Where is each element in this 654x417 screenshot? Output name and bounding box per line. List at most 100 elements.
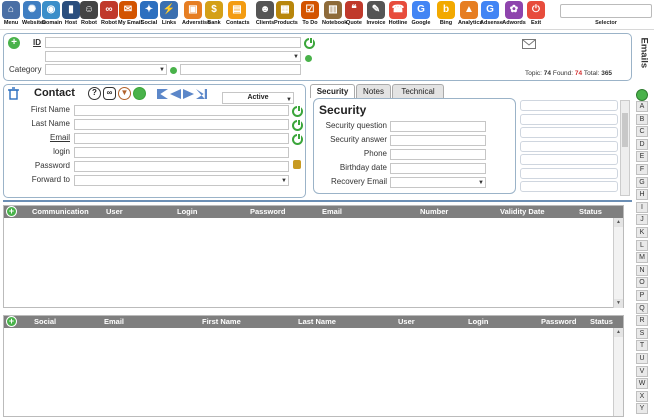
alphabet-letter-c[interactable]: C: [636, 126, 648, 138]
alphabet-letter-b[interactable]: B: [636, 113, 648, 125]
firstname-power-icon[interactable]: [292, 105, 303, 117]
contact-field-input-3[interactable]: [74, 147, 289, 158]
alphabet-letter-t[interactable]: T: [636, 340, 648, 352]
toolbar-websites-button[interactable]: ✺ Websites: [22, 0, 46, 30]
toolbar-hotline-button[interactable]: ☎ Hotline: [388, 0, 408, 30]
alphabet-power-icon[interactable]: [636, 89, 648, 101]
category-secondary-input[interactable]: [180, 64, 301, 75]
security-field-input-3[interactable]: [390, 163, 486, 174]
column-header-communication[interactable]: Communication: [32, 207, 89, 216]
toolbar-social-button[interactable]: ✦ Social: [140, 0, 158, 30]
column-header-password[interactable]: Password: [541, 317, 576, 326]
alphabet-letter-w[interactable]: W: [636, 378, 648, 390]
alphabet-letter-h[interactable]: H: [636, 189, 648, 201]
side-list-row[interactable]: [520, 181, 618, 192]
alphabet-letter-l[interactable]: L: [636, 239, 648, 251]
side-list-row[interactable]: [520, 167, 618, 179]
alphabet-letter-f[interactable]: F: [636, 164, 648, 175]
envelope-icon[interactable]: [522, 39, 536, 49]
column-header-password[interactable]: Password: [250, 207, 285, 216]
alphabet-letter-n[interactable]: N: [636, 264, 648, 276]
toolbar-bank-button[interactable]: $ Bank: [204, 0, 224, 30]
help-icon[interactable]: ?: [88, 87, 101, 100]
alphabet-letter-k[interactable]: K: [636, 227, 648, 238]
alphabet-letter-q[interactable]: Q: [636, 302, 648, 314]
alphabet-letter-a[interactable]: A: [636, 101, 648, 112]
alphabet-letter-j[interactable]: J: [636, 214, 648, 226]
side-list-row[interactable]: [520, 154, 618, 165]
title-add-icon[interactable]: [305, 55, 312, 62]
side-list-row[interactable]: [520, 140, 618, 152]
alphabet-letter-d[interactable]: D: [636, 138, 648, 150]
column-header-email[interactable]: Email: [322, 207, 342, 216]
add-record-icon[interactable]: +: [8, 37, 20, 49]
thumbs-down-icon[interactable]: ▼: [118, 87, 131, 100]
toolbar-advertise-button[interactable]: ▣ Adverstise: [182, 0, 210, 30]
toolbar-products-button[interactable]: ▦ Products: [274, 0, 298, 30]
id-input[interactable]: [45, 37, 301, 48]
alphabet-letter-s[interactable]: S: [636, 327, 648, 339]
security-field-input-1[interactable]: [390, 135, 486, 146]
title-select[interactable]: ▼: [45, 51, 301, 62]
refresh-icon[interactable]: [133, 87, 146, 100]
contact-field-input-5[interactable]: ▼: [74, 175, 289, 186]
column-header-login[interactable]: Login: [468, 317, 488, 326]
toolbar-adsense-button[interactable]: G Adsense: [480, 0, 503, 30]
toolbar-robot-button[interactable]: ☺ Robot: [80, 0, 98, 30]
alphabet-letter-v[interactable]: V: [636, 365, 648, 377]
first-record-icon[interactable]: [157, 89, 168, 99]
toolbar-glasses-button[interactable]: ∞ Robot: [100, 0, 118, 30]
side-list[interactable]: [520, 100, 632, 196]
toolbar-contacts-button[interactable]: ▤ Contacts: [226, 0, 250, 30]
alphabet-letter-e[interactable]: E: [636, 151, 648, 163]
column-header-number[interactable]: Number: [420, 207, 448, 216]
alphabet-letter-u[interactable]: U: [636, 353, 648, 364]
lock-icon[interactable]: [293, 160, 301, 169]
toolbar-email-button[interactable]: ✉ My Email: [118, 0, 142, 30]
email-power-icon[interactable]: [292, 133, 303, 145]
tab-security[interactable]: Security: [310, 84, 355, 98]
scroll-up-icon[interactable]: ▲: [614, 218, 623, 227]
contact-field-input-4[interactable]: [74, 161, 289, 172]
tab-technical[interactable]: Technical: [392, 84, 444, 98]
next-record-icon[interactable]: [183, 89, 194, 99]
security-field-input-2[interactable]: [390, 149, 486, 160]
toolbar-notebook-button[interactable]: ▥ Notebook: [322, 0, 347, 30]
toolbar-domain-button[interactable]: ◉ Domain: [42, 0, 62, 30]
binoculars-icon[interactable]: ∞: [103, 87, 116, 100]
alphabet-letter-i[interactable]: I: [636, 201, 648, 213]
column-header-user[interactable]: User: [106, 207, 123, 216]
toolbar-todo-button[interactable]: ☑ To Do: [300, 0, 320, 30]
security-field-input-4[interactable]: ▼: [390, 177, 486, 188]
scroll-down-icon[interactable]: ▼: [614, 299, 623, 308]
side-list-row[interactable]: [520, 100, 618, 111]
security-field-input-0[interactable]: [390, 121, 486, 132]
column-header-last-name[interactable]: Last Name: [298, 317, 336, 326]
alphabet-letter-y[interactable]: Y: [636, 403, 648, 415]
column-header-email[interactable]: Email: [104, 317, 124, 326]
column-header-login[interactable]: Login: [177, 207, 197, 216]
status-select[interactable]: Active ▼: [222, 92, 294, 104]
toolbar-adwords-button[interactable]: ✿ Adwords: [502, 0, 526, 30]
toolbar-analytics-button[interactable]: ▲ Analytics: [458, 0, 482, 30]
column-header-user[interactable]: User: [398, 317, 415, 326]
alphabet-letter-m[interactable]: M: [636, 252, 648, 264]
side-list-row[interactable]: [520, 127, 618, 138]
toolbar-links-button[interactable]: ⚡ Links: [160, 0, 178, 30]
communication-add-icon[interactable]: +: [6, 206, 17, 217]
prev-record-icon[interactable]: [170, 89, 181, 99]
toolbar-exit-button[interactable]: ⏻ Exit: [526, 0, 546, 30]
tab-notes[interactable]: Notes: [356, 84, 391, 98]
social-scrollbar[interactable]: ▲: [613, 328, 623, 416]
toolbar-google-button[interactable]: G Google: [410, 0, 432, 30]
toolbar-clients-button[interactable]: ☻ Clients: [254, 0, 276, 30]
alphabet-letter-o[interactable]: O: [636, 277, 648, 289]
column-header-first-name[interactable]: First Name: [202, 317, 241, 326]
contact-field-input-2[interactable]: [74, 133, 289, 144]
scroll-up-icon[interactable]: ▲: [614, 328, 623, 337]
side-list-scrollbar[interactable]: [620, 100, 630, 196]
alphabet-letter-p[interactable]: P: [636, 290, 648, 301]
category-add-icon[interactable]: [170, 67, 177, 74]
category-select[interactable]: ▼: [45, 64, 167, 75]
trash-icon[interactable]: [7, 87, 20, 100]
